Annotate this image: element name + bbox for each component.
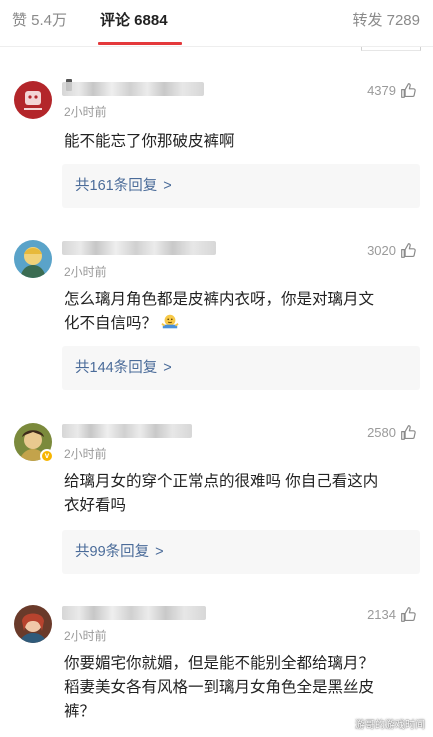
- comment-text: 能不能忘了你那破皮裤啊: [64, 130, 414, 154]
- reply-count: 共144条回复: [75, 360, 158, 376]
- reply-count: 共161条回复: [75, 178, 158, 194]
- like-count: 4379: [367, 82, 396, 98]
- view-replies-button[interactable]: 共161条回复 >: [62, 164, 420, 208]
- shrug-emoji-icon: [161, 314, 179, 329]
- like-button[interactable]: 2580: [367, 423, 417, 441]
- avatar[interactable]: [14, 240, 52, 278]
- comment-line: 衣好看吗: [64, 497, 127, 514]
- comment-line: 给璃月女的穿个正常点的很难吗 你自己看这内: [64, 473, 379, 490]
- comment-line: 稻妻美女各有风格一到璃月女角色全是黑丝皮: [64, 679, 375, 696]
- view-replies-button[interactable]: 共99条回复 >: [62, 530, 420, 574]
- comment-time: 2小时前: [64, 105, 107, 119]
- verified-badge-icon: v: [40, 449, 54, 463]
- username-blurred[interactable]: [62, 241, 216, 255]
- like-button[interactable]: 2134: [367, 605, 417, 623]
- avatar[interactable]: [14, 81, 52, 119]
- comment-time: 2小时前: [64, 447, 107, 461]
- chevron-right-icon: >: [155, 544, 164, 560]
- reply-count: 共99条回复: [75, 544, 150, 560]
- like-count: 3020: [367, 242, 396, 258]
- username-blurred[interactable]: [62, 424, 192, 438]
- thumbs-up-icon: [401, 606, 416, 622]
- comment-line: 你要媚宅你就媚，但是能不能别全都给璃月？: [64, 655, 375, 672]
- chevron-right-icon: >: [163, 178, 172, 194]
- tab-comments[interactable]: 评论 6884: [100, 9, 168, 30]
- comment-line: 化不自信吗？: [64, 315, 158, 332]
- tab-bar: 赞 5.4万 评论 6884 转发 7289: [0, 0, 433, 46]
- username-blurred[interactable]: [62, 606, 206, 620]
- comment-time: 2小时前: [64, 265, 107, 279]
- active-tab-indicator: [98, 42, 182, 45]
- comment-text: 给璃月女的穿个正常点的很难吗 你自己看这内 衣好看吗: [64, 470, 414, 518]
- comment-text: 怎么璃月角色都是皮裤内衣呀，你是对璃月文 化不自信吗？: [64, 288, 414, 336]
- avatar[interactable]: [14, 605, 52, 643]
- like-count: 2580: [367, 424, 396, 440]
- username-blurred[interactable]: [62, 82, 204, 96]
- watermark: 游哥的游戏时间: [355, 720, 425, 731]
- like-button[interactable]: 4379: [367, 81, 417, 99]
- thumbs-up-icon: [401, 242, 416, 258]
- like-button[interactable]: 3020: [367, 241, 417, 259]
- view-replies-button[interactable]: 共144条回复 >: [62, 346, 420, 390]
- comment-line-with-emoji: 化不自信吗？: [64, 312, 414, 336]
- popup-edge: [361, 47, 421, 51]
- thumbs-up-icon: [401, 424, 416, 440]
- comment-text: 你要媚宅你就媚，但是能不能别全都给璃月？ 稻妻美女各有风格一到璃月女角色全是黑丝…: [64, 652, 414, 724]
- like-count: 2134: [367, 606, 396, 622]
- tab-likes[interactable]: 赞 5.4万: [12, 9, 67, 30]
- chevron-right-icon: >: [163, 360, 172, 376]
- thumbs-up-icon: [401, 82, 416, 98]
- comment-time: 2小时前: [64, 629, 107, 643]
- comment-line: 怎么璃月角色都是皮裤内衣呀，你是对璃月文: [64, 291, 375, 308]
- comment-line: 能不能忘了你那破皮裤啊: [64, 133, 235, 150]
- tab-reposts[interactable]: 转发 7289: [352, 9, 420, 30]
